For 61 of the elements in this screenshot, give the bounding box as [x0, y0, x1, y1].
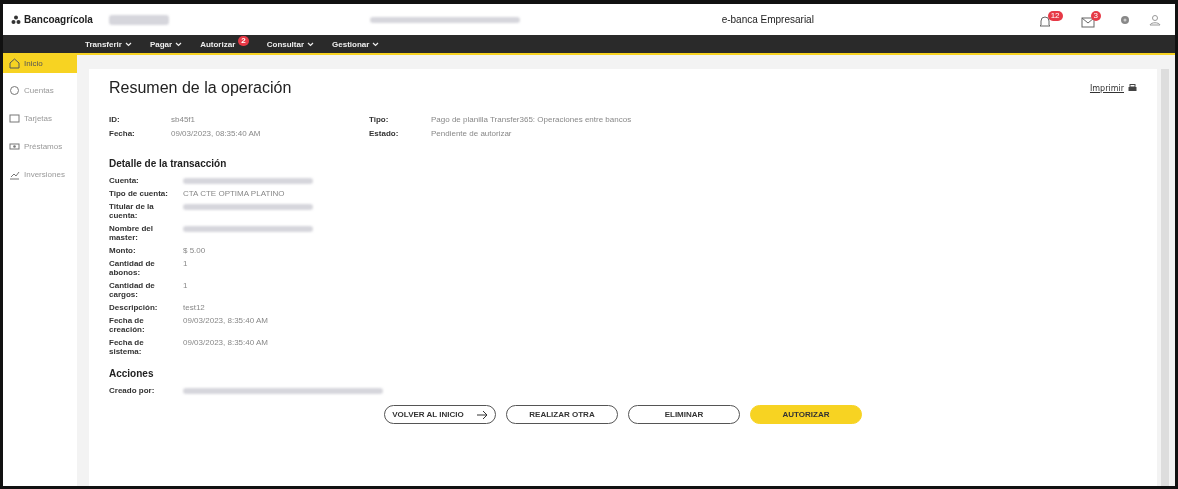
settings-icon[interactable]	[1119, 13, 1131, 26]
print-link[interactable]: Imprimir	[1089, 83, 1124, 93]
field-label: Estado:	[369, 129, 400, 138]
field-value: CTA CTE OPTIMA PLATINO	[183, 189, 285, 198]
chevron-down-icon	[307, 41, 315, 47]
section-title: Detalle de la transacción	[109, 158, 228, 169]
mail-icon	[1080, 14, 1095, 29]
user-icon[interactable]	[1149, 13, 1161, 26]
field-label: Titular de la cuenta:	[109, 202, 155, 220]
field-label: Descripción:	[109, 303, 159, 312]
bank-logo: Bancoagrícola	[24, 13, 93, 26]
sidebar-item[interactable]: Inicio	[3, 53, 77, 73]
messages-button[interactable]: 3	[1080, 10, 1101, 29]
chevron-down-icon	[175, 41, 183, 47]
nav-menu-item[interactable]: Pagar	[149, 36, 183, 52]
coin-icon	[9, 84, 20, 96]
field-label: Creado por:	[109, 386, 156, 395]
field-label: Fecha:	[109, 129, 136, 138]
app-title: e-banca Empresarial	[721, 14, 815, 25]
authorize-button[interactable]: AUTORIZAR	[750, 405, 862, 424]
field-value: 1	[183, 281, 188, 290]
home-icon	[9, 57, 20, 69]
nav-menu-item[interactable]: Consultar	[266, 36, 315, 52]
nav-menu-item[interactable]: Transferir	[85, 36, 132, 52]
field-label: Cuenta:	[109, 176, 140, 185]
action-button[interactable]: ELIMINAR	[628, 405, 740, 424]
redacted-text	[108, 14, 169, 25]
card-icon	[9, 112, 20, 124]
action-button[interactable]: VOLVER AL INICIO	[384, 405, 496, 424]
action-button[interactable]: REALIZAR OTRA	[506, 405, 618, 424]
field-value: sb45f1	[171, 115, 196, 124]
scrollbar[interactable]	[1161, 69, 1169, 486]
field-value: Pendiente de autorizar	[431, 129, 512, 138]
field-label: Fecha de sistema:	[109, 338, 145, 356]
logo-icon	[11, 14, 21, 25]
page-title: Resumen de la operación	[109, 79, 293, 97]
section-title: Acciones	[109, 368, 155, 379]
field-value: $ 5.00	[183, 246, 206, 255]
field-value: 09/03/2023, 8:35:40 AM	[183, 316, 268, 325]
arrow-right-icon	[475, 409, 488, 420]
field-label: Nombre del master:	[109, 224, 154, 242]
nav-menu-item[interactable]: Gestionar	[332, 36, 380, 52]
field-label: Monto:	[109, 246, 137, 255]
field-label: Tipo de cuenta:	[109, 189, 169, 198]
field-label: ID:	[109, 115, 121, 124]
field-label: Fecha de creación:	[109, 316, 146, 334]
field-value: 1	[183, 259, 188, 268]
field-label: Cantidad de abonos:	[109, 259, 156, 277]
chevron-down-icon	[372, 41, 380, 47]
printer-icon[interactable]	[1128, 83, 1137, 93]
field-value: test12	[183, 303, 205, 312]
field-label: Cantidad de cargos:	[109, 281, 156, 299]
field-label: Tipo:	[369, 115, 390, 124]
notification-button[interactable]: 12	[1037, 10, 1063, 29]
field-value: Pago de planilla Transfer365: Operaciones entre bancos	[431, 115, 632, 124]
nav-menu-item[interactable]: Autorizar 2	[200, 36, 249, 52]
field-value: 09/03/2023, 8:35:40 AM	[183, 338, 268, 347]
chevron-down-icon	[124, 41, 132, 47]
bell-icon	[1037, 14, 1052, 29]
banknote-icon	[9, 140, 20, 152]
field-value: 09/03/2023, 08:35:40 AM	[171, 129, 261, 138]
